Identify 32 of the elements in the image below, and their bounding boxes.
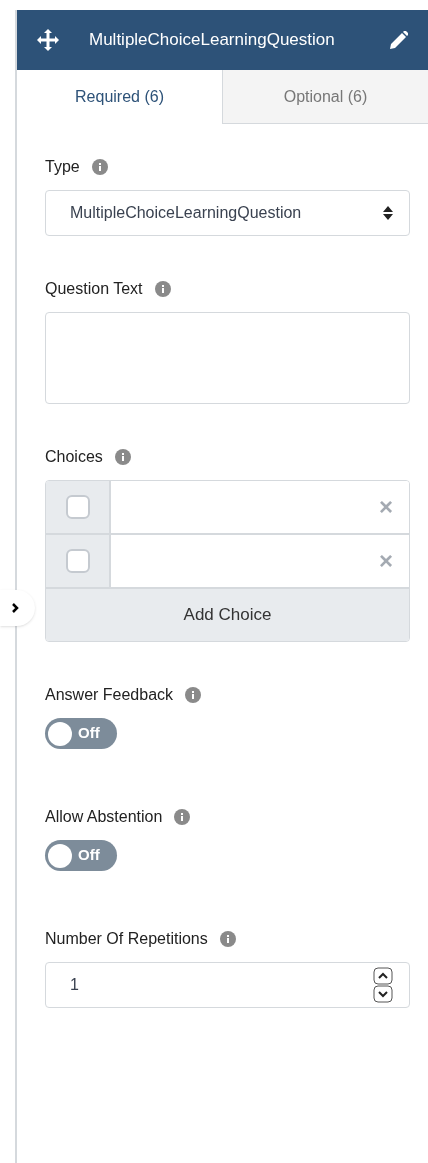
question-text-field[interactable] <box>45 312 410 404</box>
pencil-icon[interactable] <box>390 31 408 49</box>
remove-button[interactable]: × <box>379 495 393 519</box>
stepper-icon <box>373 967 393 1003</box>
info-icon <box>174 809 191 825</box>
toggle-switch[interactable]: Off <box>45 718 117 749</box>
panel-title: MultipleChoiceLearningQuestion <box>89 29 336 52</box>
chevron-right-icon <box>12 603 19 613</box>
number-field[interactable]: 1 <box>45 962 410 1008</box>
sort-icon <box>383 206 393 220</box>
info-icon <box>185 687 202 703</box>
checkbox[interactable] <box>65 495 90 519</box>
field-label: Number Of Repetitions <box>45 929 208 949</box>
type-select[interactable]: MultipleChoiceLearningQuestion <box>45 190 410 236</box>
expand-handle[interactable] <box>0 590 35 626</box>
info-icon <box>154 281 171 297</box>
add-choice-button[interactable]: Add Choice <box>46 589 409 641</box>
field-label: Answer Feedback <box>45 685 174 705</box>
move-icon[interactable] <box>37 29 59 51</box>
toggle-switch[interactable]: Off <box>45 840 117 871</box>
checkbox[interactable] <box>65 549 90 573</box>
field-label: Type <box>45 157 80 177</box>
field-label: Choices <box>45 447 103 467</box>
tab[interactable]: Optional (6) <box>222 70 428 124</box>
toggle-knob <box>48 721 72 746</box>
remove-button[interactable]: × <box>379 549 393 573</box>
info-icon <box>219 931 236 947</box>
field-label: Question Text <box>45 279 143 299</box>
field-label: Allow Abstention <box>45 807 163 827</box>
toggle-knob <box>48 843 72 868</box>
info-icon <box>91 159 108 175</box>
info-icon <box>114 449 131 465</box>
